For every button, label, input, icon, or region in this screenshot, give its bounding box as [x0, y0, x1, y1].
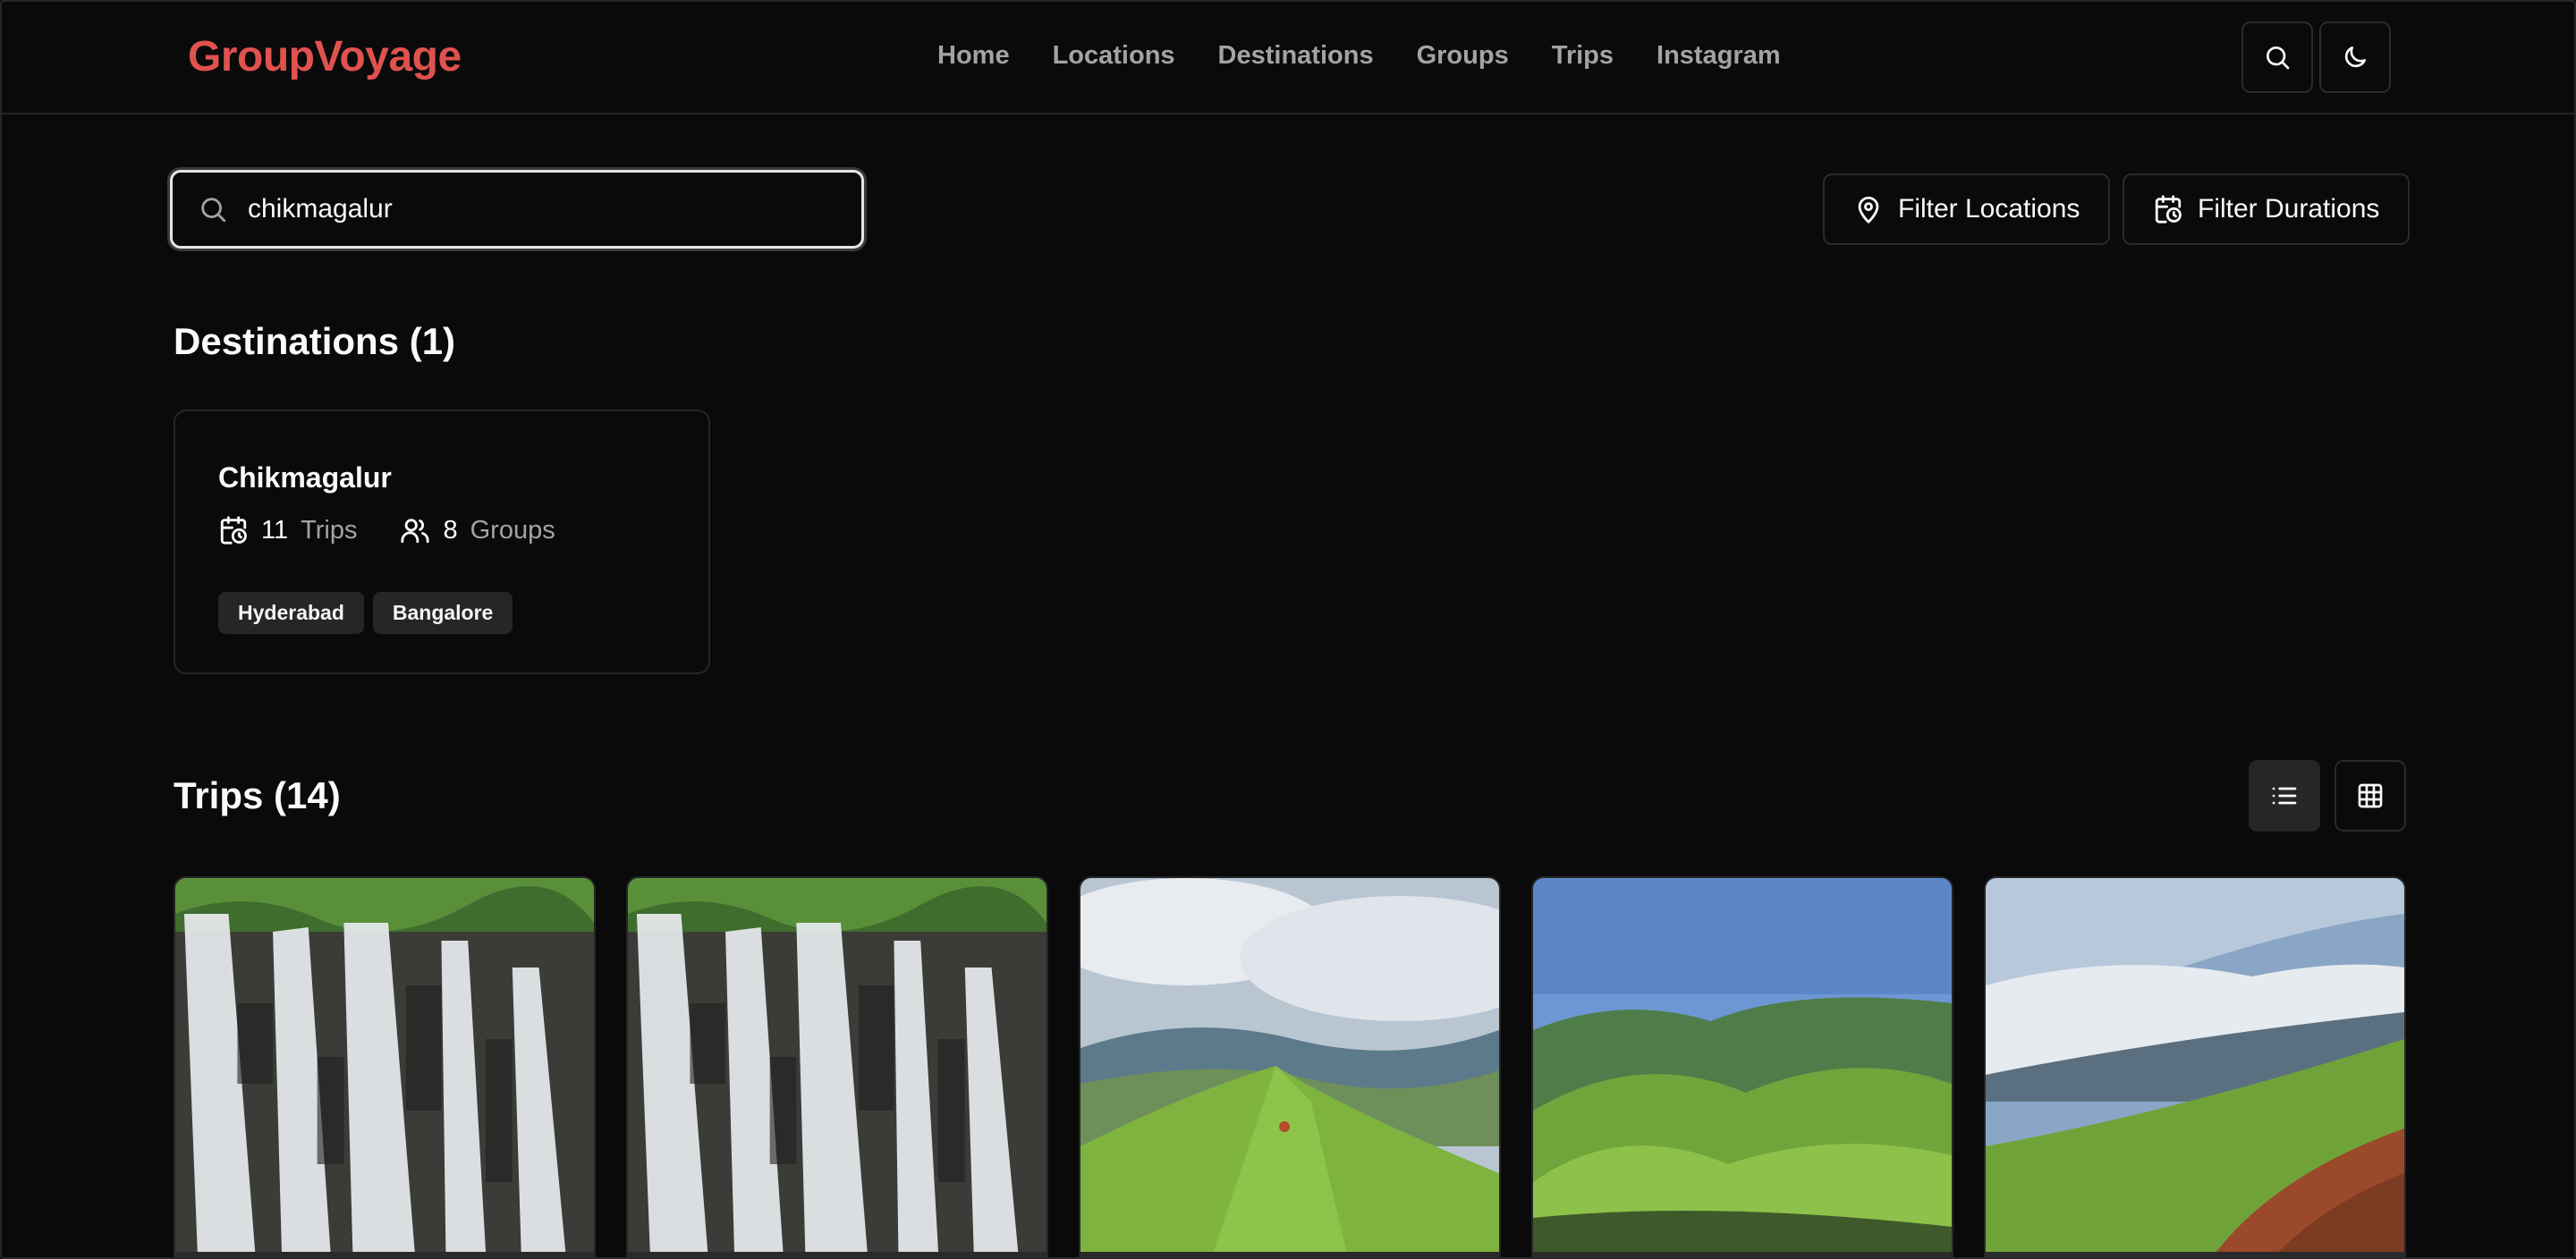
- destination-stats: 11 Trips 8 Groups: [218, 515, 598, 545]
- nav-home[interactable]: Home: [937, 41, 1010, 71]
- main-nav: Home Locations Destinations Groups Trips…: [937, 41, 1824, 71]
- trip-image-waterfall: [175, 878, 594, 1252]
- nav-instagram[interactable]: Instagram: [1657, 41, 1781, 71]
- groups-stat: 8 Groups: [400, 515, 555, 545]
- trip-card-footer: [1080, 1252, 1499, 1257]
- list-icon: [2272, 787, 2297, 805]
- top-header: GroupVoyage Home Locations Destinations …: [2, 2, 2574, 114]
- trips-heading: Trips (14): [174, 774, 341, 816]
- search-input[interactable]: [248, 194, 838, 224]
- trip-card-footer: [1986, 1252, 2404, 1257]
- app-window: GroupVoyage Home Locations Destinations …: [0, 0, 2576, 1259]
- trips-stat: 11 Trips: [218, 515, 357, 545]
- header-search-button[interactable]: [2241, 21, 2313, 93]
- trip-image-waterfall: [628, 878, 1046, 1252]
- users-icon: [401, 519, 430, 544]
- nav-destinations[interactable]: Destinations: [1218, 41, 1374, 71]
- trip-card[interactable]: [1079, 876, 1501, 1257]
- destination-card[interactable]: Chikmagalur 11 Trips 8 Groups Hyderabad …: [174, 410, 710, 674]
- groups-count: 8: [443, 515, 458, 545]
- filter-durations-label: Filter Durations: [2198, 194, 2380, 224]
- map-pin-icon: [1858, 196, 1879, 224]
- trip-card-footer: [175, 1252, 594, 1257]
- grid-view-button[interactable]: [2334, 760, 2406, 832]
- search-icon: [2267, 46, 2290, 70]
- filter-locations-label: Filter Locations: [1898, 194, 2080, 224]
- tag-badge[interactable]: Hyderabad: [218, 592, 364, 634]
- theme-toggle-button[interactable]: [2319, 21, 2391, 93]
- trip-image-rolling-hills: [1533, 878, 1952, 1252]
- calendar-clock-icon: [2155, 195, 2182, 224]
- trip-image-green-ridge: [1080, 878, 1499, 1252]
- search-icon: [201, 198, 226, 223]
- trip-card-footer: [628, 1252, 1046, 1257]
- nav-locations[interactable]: Locations: [1053, 41, 1175, 71]
- trips-count: 11: [261, 515, 289, 545]
- list-view-button[interactable]: [2249, 760, 2320, 832]
- search-bar: [170, 170, 864, 249]
- destinations-heading: Destinations (1): [174, 320, 456, 362]
- tag-badge[interactable]: Bangalore: [372, 592, 513, 634]
- brand-logo[interactable]: GroupVoyage: [188, 32, 462, 81]
- nav-groups[interactable]: Groups: [1417, 41, 1509, 71]
- trip-card[interactable]: [626, 876, 1048, 1257]
- grid-icon: [2358, 783, 2383, 808]
- destination-tags: Hyderabad Bangalore: [218, 592, 513, 634]
- groups-label: Groups: [470, 515, 555, 545]
- trip-card[interactable]: [174, 876, 596, 1257]
- calendar-clock-icon: [220, 516, 247, 545]
- trips-label: Trips: [301, 515, 358, 545]
- moon-icon: [2344, 46, 2366, 68]
- trip-card-footer: [1533, 1252, 1952, 1257]
- filter-durations-button[interactable]: Filter Durations: [2123, 173, 2411, 245]
- trip-image-cloudy-slope: [1986, 878, 2404, 1252]
- nav-trips[interactable]: Trips: [1552, 41, 1614, 71]
- trip-card[interactable]: [1531, 876, 1953, 1257]
- filter-locations-button[interactable]: Filter Locations: [1823, 173, 2111, 245]
- trip-card[interactable]: [1984, 876, 2406, 1257]
- destination-name: Chikmagalur: [218, 461, 392, 494]
